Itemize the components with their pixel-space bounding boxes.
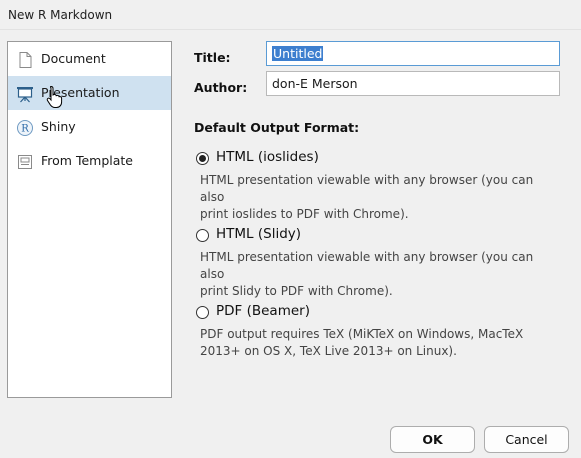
radio-html-ioslides[interactable]: HTML (ioslides) (196, 148, 356, 168)
radio-label: HTML (Slidy) (216, 226, 302, 242)
window-title: New R Markdown (8, 8, 113, 22)
author-label: Author: (194, 80, 248, 95)
option-description: HTML presentation viewable with any brow… (200, 172, 560, 223)
sidebar-item-label: From Template (41, 153, 133, 168)
presentation-icon (16, 85, 34, 103)
option-description: HTML presentation viewable with any brow… (200, 249, 560, 300)
ok-button[interactable]: OK (390, 426, 475, 453)
radio-label: HTML (ioslides) (216, 149, 319, 165)
sidebar-item-from-template[interactable]: From Template (8, 144, 171, 178)
output-format-heading: Default Output Format: (194, 120, 360, 135)
title-label: Title: (194, 50, 231, 65)
author-input[interactable]: don-E Merson (266, 71, 560, 96)
title-bar: New R Markdown (0, 0, 581, 30)
description-line: HTML presentation viewable with any brow… (200, 173, 534, 204)
template-icon (16, 153, 34, 171)
description-line: 2013+ on OS X, TeX Live 2013+ on Linux). (200, 344, 457, 358)
shiny-icon: R (16, 119, 34, 137)
sidebar-item-label: Document (41, 51, 106, 66)
description-line: print Slidy to PDF with Chrome). (200, 284, 393, 298)
sidebar-item-presentation[interactable]: Presentation (8, 76, 171, 110)
sidebar-item-label: Shiny (41, 119, 76, 134)
option-description: PDF output requires TeX (MiKTeX on Windo… (200, 326, 560, 360)
title-input-value: Untitled (272, 46, 324, 61)
radio-selected-dot (199, 155, 206, 162)
sidebar-item-document[interactable]: Document (8, 42, 171, 76)
cancel-button[interactable]: Cancel (484, 426, 569, 453)
radio-button[interactable] (196, 306, 209, 319)
radio-pdf-beamer[interactable]: PDF (Beamer) (196, 302, 356, 322)
sidebar-item-shiny[interactable]: R Shiny (8, 110, 171, 144)
description-line: HTML presentation viewable with any brow… (200, 250, 534, 281)
radio-label: PDF (Beamer) (216, 303, 310, 319)
sidebar-item-label: Presentation (41, 85, 120, 100)
radio-button[interactable] (196, 152, 209, 165)
title-input[interactable]: Untitled (266, 41, 560, 66)
svg-text:R: R (21, 124, 29, 135)
radio-button[interactable] (196, 229, 209, 242)
description-line: PDF output requires TeX (MiKTeX on Windo… (200, 327, 524, 341)
description-line: print ioslides to PDF with Chrome). (200, 207, 409, 221)
template-type-list[interactable]: Document Presentation R Shiny From Templ… (7, 41, 172, 398)
radio-html-slidy[interactable]: HTML (Slidy) (196, 225, 356, 245)
document-icon (16, 51, 34, 69)
